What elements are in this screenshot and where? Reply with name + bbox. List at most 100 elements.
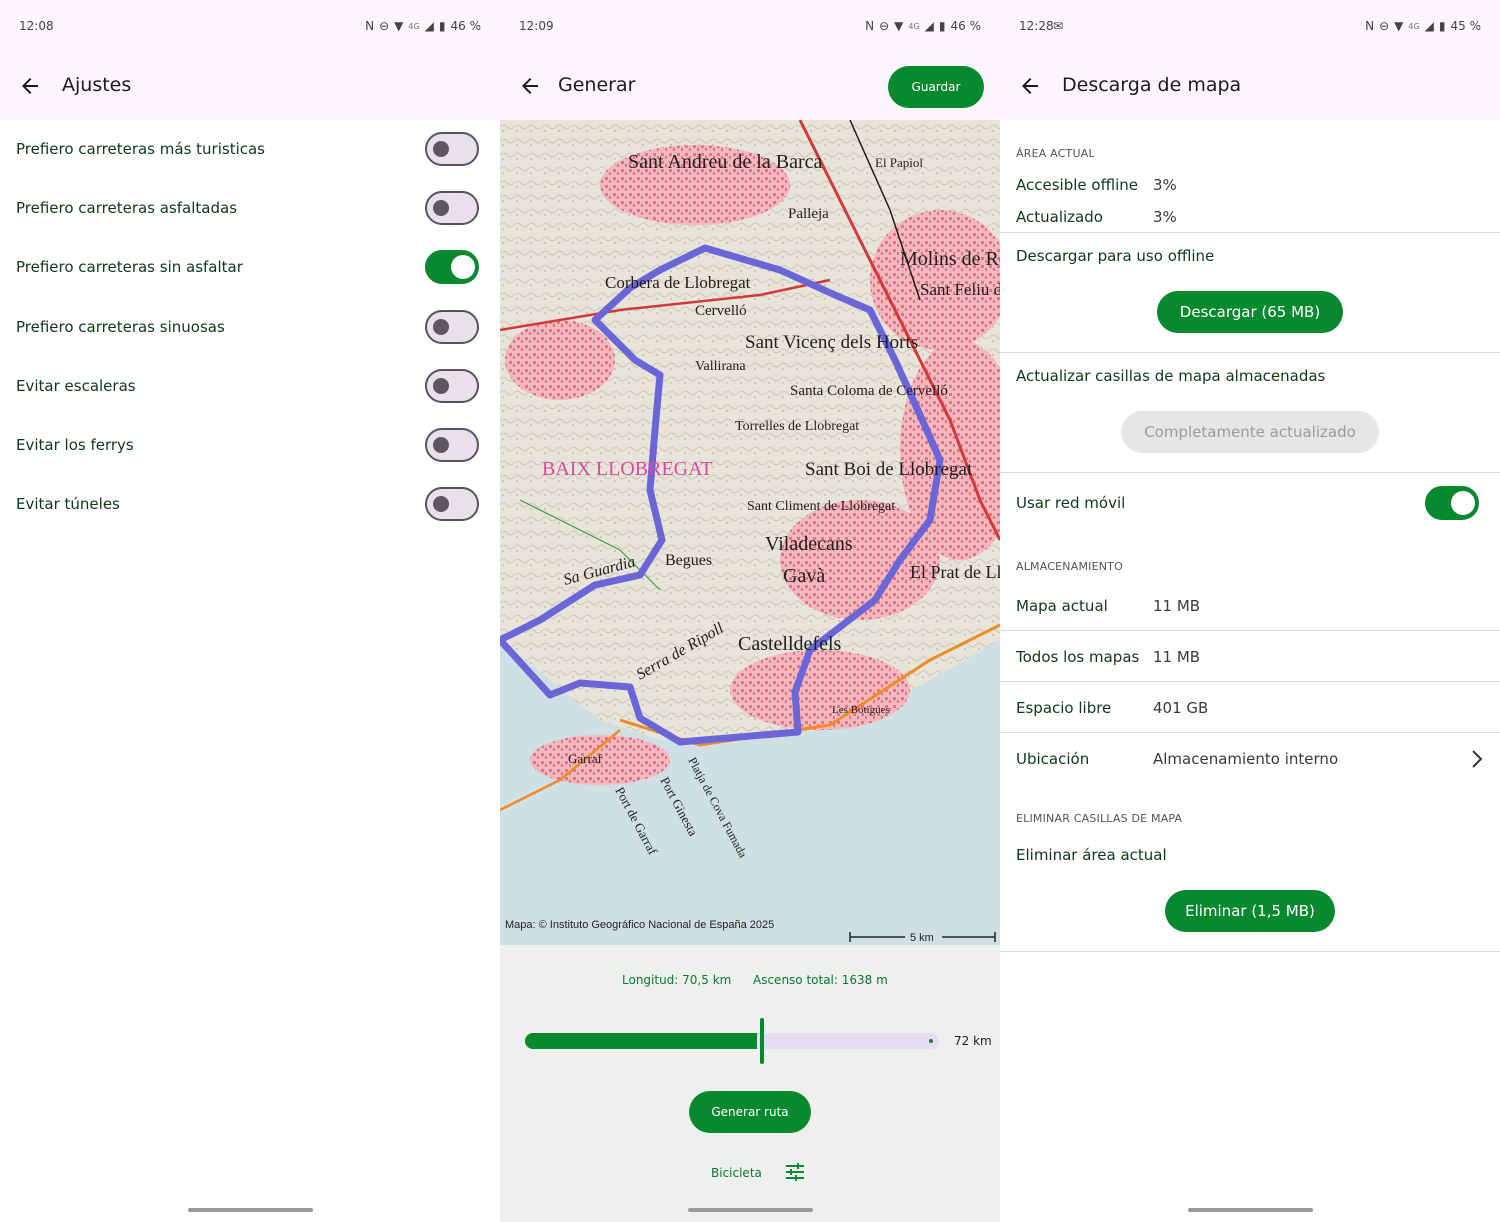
generate-screen: 12:09 N ⊖ ▼ 4G ◢ ▮ 46 % Generar Guardar	[500, 0, 1000, 1222]
app-bar: Generar Guardar	[500, 52, 1000, 120]
map-canvas: Sant Andreu de la Barca Palleja El Papio…	[500, 120, 1000, 945]
slider-end-dot	[929, 1039, 933, 1043]
current-map-value: 11 MB	[1153, 597, 1201, 615]
setting-row[interactable]: Evitar túneles	[0, 475, 500, 534]
setting-row[interactable]: Prefiero carreteras sinuosas	[0, 298, 500, 357]
mobile-network-label: Usar red móvil	[1016, 494, 1126, 512]
status-bar: 12:09 N ⊖ ▼ 4G ◢ ▮ 46 %	[500, 0, 1000, 52]
home-indicator[interactable]	[688, 1208, 813, 1212]
updated-key: Actualizado	[1016, 208, 1103, 226]
scale-label: 5 km	[910, 932, 934, 944]
status-icons: N ⊖ ▼ 4G ◢ ▮ 46 %	[365, 19, 481, 33]
setting-row[interactable]: Evitar escaleras	[0, 357, 500, 416]
map-label: Cervelló	[695, 303, 747, 319]
distance-slider-thumb[interactable]	[760, 1018, 764, 1064]
network-label: 4G	[408, 21, 420, 31]
storage-location-row[interactable]: Ubicación Almacenamiento interno	[1000, 733, 1500, 785]
home-indicator[interactable]	[188, 1208, 313, 1212]
map-label: Castelldefels	[738, 633, 842, 655]
toggle-knob	[433, 200, 449, 217]
map-label: Les Botigues	[832, 704, 890, 716]
battery-level: 46 %	[950, 19, 982, 33]
mobile-network-toggle[interactable]	[1425, 486, 1479, 520]
setting-label: Prefiero carreteras sin asfaltar	[16, 258, 243, 277]
map-label: Viladecans	[765, 533, 853, 555]
map-label: BAIX LLOBREGAT	[542, 458, 713, 480]
current-area-header: Área actual	[1016, 147, 1095, 160]
setting-row[interactable]: Prefiero carreteras asfaltadas	[0, 179, 500, 238]
setting-toggle[interactable]	[425, 368, 479, 403]
page-title: Descarga de mapa	[1062, 74, 1242, 96]
divider	[1000, 951, 1500, 952]
setting-toggle[interactable]	[425, 428, 479, 462]
tune-icon[interactable]	[784, 1162, 806, 1182]
toggle-knob	[433, 318, 449, 335]
setting-row[interactable]: Prefiero carreteras más turisticas	[0, 120, 500, 179]
battery-icon: ▮	[938, 19, 946, 33]
toggle-knob	[433, 496, 449, 513]
app-bar: Ajustes	[0, 52, 500, 120]
mail-icon: ✉	[1053, 19, 1064, 33]
setting-toggle[interactable]	[425, 487, 479, 522]
offline-value: 3%	[1153, 176, 1177, 194]
status-bar: 12:28 ✉ N ⊖ ▼ 4G ◢ ▮ 45 %	[1000, 0, 1500, 52]
nfc-icon: N	[865, 19, 875, 33]
map-label: Palleja	[788, 206, 829, 222]
battery-icon: ▮	[1438, 19, 1446, 33]
map-label: Sant Boi de Llobregat	[805, 459, 973, 480]
delete-button[interactable]: Eliminar (1,5 MB)	[1165, 890, 1335, 932]
map-label: Corbera de Llobregat	[605, 273, 751, 292]
map-label: Sant Andreu de la Barca	[628, 151, 822, 173]
free-space-key: Espacio libre	[1016, 699, 1112, 717]
status-icons: N ⊖ ▼ 4G ◢ ▮ 45 %	[1365, 19, 1481, 33]
battery-icon: ▮	[438, 19, 446, 33]
mode-selector[interactable]: Bicicleta	[711, 1166, 762, 1180]
setting-row[interactable]: Evitar los ferrys	[0, 416, 500, 475]
map-label: Sant Climent de Llobregat	[747, 499, 895, 514]
back-arrow-icon[interactable]	[518, 74, 542, 98]
download-button[interactable]: Descargar (65 MB)	[1157, 291, 1343, 333]
slider-max-label: 72 km	[954, 1034, 992, 1048]
map-view[interactable]: Sant Andreu de la Barca Palleja El Papio…	[500, 120, 1000, 945]
location-key: Ubicación	[1016, 750, 1090, 768]
map-attribution: Mapa: © Instituto Geográfico Nacional de…	[505, 919, 774, 931]
setting-toggle[interactable]	[425, 309, 479, 344]
map-label: El Papiol	[875, 155, 923, 170]
status-time: 12:08	[19, 19, 54, 33]
divider	[1000, 232, 1500, 233]
page-title: Generar	[558, 74, 636, 96]
back-arrow-icon[interactable]	[1018, 74, 1042, 98]
update-button: Completamente actualizado	[1121, 411, 1379, 453]
status-bar: 12:08 N ⊖ ▼ 4G ◢ ▮ 46 %	[0, 0, 500, 52]
back-arrow-icon[interactable]	[18, 74, 42, 98]
map-label: Gavà	[783, 565, 825, 587]
generate-route-button[interactable]: Generar ruta	[689, 1091, 811, 1133]
network-label: 4G	[1408, 21, 1420, 31]
nfc-icon: N	[365, 19, 375, 33]
route-length: Longitud: 70,5 km	[622, 973, 732, 987]
nfc-icon: N	[1365, 19, 1375, 33]
status-time: 12:28	[1019, 19, 1054, 33]
dnd-icon: ⊖	[1379, 19, 1390, 33]
setting-row[interactable]: Prefiero carreteras sin asfaltar	[0, 238, 500, 297]
setting-toggle[interactable]	[425, 132, 479, 166]
map-download-screen: 12:28 ✉ N ⊖ ▼ 4G ◢ ▮ 45 % Descarga de ma…	[1000, 0, 1500, 1222]
map-label: Santa Coloma de Cervelló	[790, 383, 948, 399]
signal-icon: ◢	[424, 19, 434, 33]
all-maps-key: Todos los mapas	[1016, 648, 1140, 666]
setting-toggle[interactable]	[425, 191, 479, 226]
battery-level: 46 %	[450, 19, 482, 33]
map-label: Garraf	[568, 751, 603, 766]
dnd-icon: ⊖	[879, 19, 890, 33]
setting-label: Prefiero carreteras sinuosas	[16, 317, 225, 336]
divider	[1000, 630, 1500, 631]
current-map-key: Mapa actual	[1016, 597, 1108, 615]
toggle-knob	[433, 437, 449, 453]
save-button[interactable]: Guardar	[888, 66, 984, 108]
distance-slider-fill	[525, 1033, 757, 1049]
free-space-value: 401 GB	[1153, 699, 1209, 717]
setting-toggle[interactable]	[425, 250, 479, 285]
home-indicator[interactable]	[1188, 1208, 1313, 1212]
toggle-knob	[1451, 491, 1475, 515]
map-label: Molins de Rei	[900, 248, 1000, 270]
